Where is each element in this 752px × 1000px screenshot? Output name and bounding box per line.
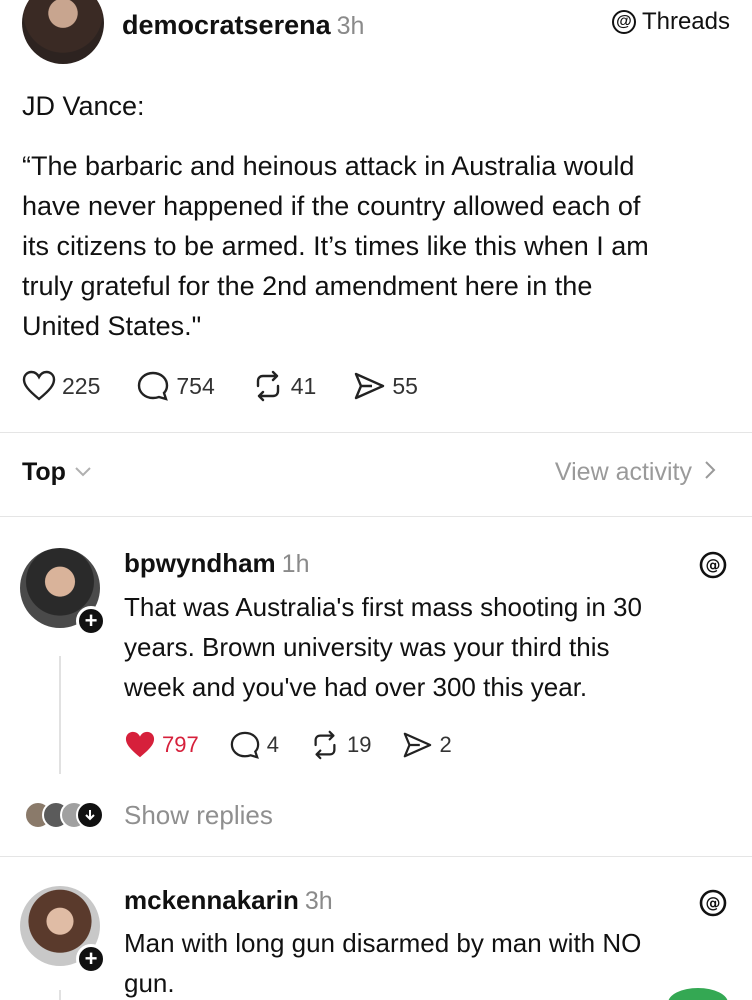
reply-body: That was Australia's first mass shooting… <box>124 587 724 707</box>
sort-label: Top <box>22 458 66 486</box>
thread-line <box>59 990 61 1000</box>
reply-line: years. Brown university was your third t… <box>124 632 610 662</box>
repost-icon <box>309 730 341 760</box>
divider <box>0 856 752 857</box>
arrow-down-icon <box>76 801 104 829</box>
share-button[interactable]: 2 <box>401 730 452 760</box>
comment-button[interactable]: 4 <box>229 730 279 760</box>
reply-line: Man with long gun disarmed by man with N… <box>124 928 642 958</box>
like-count: 225 <box>62 372 101 399</box>
quote-line: United States." <box>22 311 202 341</box>
reply-body: Man with long gun disarmed by man with N… <box>124 923 724 1000</box>
svg-text:@: @ <box>706 894 721 912</box>
post-header: democratserena 3h <box>122 10 364 41</box>
threads-logo-icon: @ <box>698 550 728 585</box>
repost-count: 19 <box>346 732 372 757</box>
reply-username[interactable]: mckennakarin <box>124 885 299 915</box>
follow-plus-icon[interactable]: + <box>76 606 106 636</box>
reply-header: bpwyndham 1h <box>124 548 309 579</box>
thread-line <box>59 656 61 774</box>
threads-label: Threads <box>641 8 730 35</box>
view-activity-label: View activity <box>554 458 692 486</box>
post-actions: 225 754 41 55 <box>22 370 454 402</box>
chevron-right-icon <box>704 458 716 487</box>
repost-icon <box>251 370 285 402</box>
like-button[interactable]: 797 <box>124 730 199 760</box>
comment-icon <box>229 730 261 760</box>
send-icon <box>352 370 386 402</box>
share-count: 2 <box>439 732 452 757</box>
heart-filled-icon <box>124 730 156 760</box>
quote-line: truly grateful for the 2nd amendment her… <box>22 271 593 301</box>
view-activity-link[interactable]: View activity <box>555 458 716 487</box>
threads-logo-icon: @ <box>698 888 728 923</box>
quote-line: have never happened if the country allow… <box>22 191 641 221</box>
reply-line: That was Australia's first mass shooting… <box>124 592 642 622</box>
post-time: 3h <box>336 12 365 40</box>
reply-time: 3h <box>304 887 333 915</box>
comment-count: 4 <box>266 732 279 757</box>
quote-line: its citizens to be armed. It’s times lik… <box>22 231 649 261</box>
heart-icon <box>22 370 56 402</box>
comment-icon <box>136 370 170 402</box>
reply-line: week and you've had over 300 this year. <box>124 672 588 702</box>
reply-time: 1h <box>281 550 310 578</box>
post-author-line: JD Vance: <box>22 91 145 121</box>
send-icon <box>401 730 433 760</box>
divider <box>0 516 752 517</box>
replier-avatar-stack <box>24 801 104 831</box>
chevron-down-icon <box>74 462 92 483</box>
repost-count: 41 <box>290 372 317 399</box>
repost-button[interactable]: 41 <box>251 370 317 402</box>
comment-button[interactable]: 754 <box>136 370 215 402</box>
show-replies-link[interactable]: Show replies <box>124 800 273 831</box>
post-username[interactable]: democratserena <box>122 10 331 40</box>
threads-badge[interactable]: @ Threads <box>611 8 730 36</box>
threads-logo-icon: @ <box>611 10 636 34</box>
like-count: 797 <box>162 732 199 757</box>
reply-header: mckennakarin 3h <box>124 885 333 916</box>
like-button[interactable]: 225 <box>22 370 100 402</box>
sort-dropdown[interactable]: Top <box>22 458 92 487</box>
repost-button[interactable]: 19 <box>309 730 371 760</box>
svg-text:@: @ <box>706 556 721 574</box>
comment-count: 754 <box>176 372 215 399</box>
share-count: 55 <box>392 372 418 399</box>
reply-actions: 797 4 19 2 <box>124 730 488 760</box>
quote-line: “The barbaric and heinous attack in Aust… <box>22 151 635 181</box>
divider <box>0 432 752 433</box>
post-quote: “The barbaric and heinous attack in Aust… <box>22 146 722 346</box>
reply-line: gun. <box>124 968 175 998</box>
author-avatar[interactable] <box>22 0 104 64</box>
follow-plus-icon[interactable]: + <box>76 944 106 974</box>
reply-username[interactable]: bpwyndham <box>124 548 276 578</box>
share-button[interactable]: 55 <box>352 370 418 402</box>
